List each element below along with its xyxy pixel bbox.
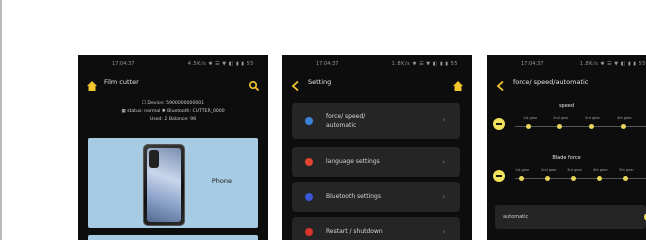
page-title: Film cutter xyxy=(104,78,139,86)
blade-step-dot[interactable] xyxy=(597,176,602,181)
menu-item-force-speed[interactable]: force/ speed/ automatic › xyxy=(292,103,460,139)
status-icons: 4.5K/s ✱ ☰ ▼ ◧ ▮ ▮ 55 xyxy=(187,61,254,67)
status-time: 17:04:37 xyxy=(112,61,135,67)
menu-label-line2: automatic xyxy=(326,122,357,129)
speed-label: 4th gear xyxy=(617,116,632,120)
back-arrow-icon[interactable] xyxy=(495,77,507,92)
back-arrow-icon[interactable] xyxy=(290,77,302,92)
status-time: 17:04:37 xyxy=(521,61,544,67)
blade-step-dot[interactable] xyxy=(519,176,524,181)
device-id-line: ☐ Device: 5900000000001 xyxy=(141,101,205,106)
speed-label: 1st gear xyxy=(523,116,538,120)
speed-slider[interactable]: 1st gear 2nd gear 3rd gear 4th gear xyxy=(493,113,646,135)
chevron-right-icon: › xyxy=(442,116,445,124)
blade-force-slider[interactable]: 1st gear 2nd gear 3rd gear 4th gear 5th … xyxy=(493,165,646,187)
blade-label: 3rd gear xyxy=(567,168,582,172)
phone-category-card[interactable]: Phone xyxy=(88,138,258,228)
status-line: ▦ status: normal ✱ Bluetooth: CUTTER_000… xyxy=(121,109,225,114)
gauge-icon xyxy=(305,117,313,125)
status-time: 17:04:37 xyxy=(316,61,339,67)
chevron-right-icon: › xyxy=(442,193,445,201)
chevron-right-icon: › xyxy=(442,228,445,236)
speed-label: 2nd gear xyxy=(553,116,569,120)
search-icon[interactable] xyxy=(248,77,260,92)
speed-step-dot[interactable] xyxy=(589,124,594,129)
screen-setting: 17:04:37 1.8K/s ✱ ☰ ▼ ◧ ▮ ▮ 55 Setting f… xyxy=(282,55,472,240)
phone-card-label: Phone xyxy=(211,177,232,185)
home-icon[interactable] xyxy=(86,77,98,91)
blade-label: 2nd gear xyxy=(541,168,557,172)
status-bar: 17:04:37 1.8K/s ✱ ☰ ▼ ◧ ▮ ▮ 55 xyxy=(487,61,646,69)
minus-knob-icon[interactable] xyxy=(493,118,505,130)
page-title: force/ speed/automatic xyxy=(513,78,589,86)
screen-film-cutter: 17:04:37 4.5K/s ✱ ☰ ▼ ◧ ▮ ▮ 55 Film cutt… xyxy=(78,55,268,240)
page-title: Setting xyxy=(308,78,332,86)
speed-label: 3rd gear xyxy=(585,116,600,120)
status-bar: 17:04:37 1.8K/s ✱ ☰ ▼ ◧ ▮ ▮ 55 xyxy=(282,61,472,69)
top-bar: Film cutter xyxy=(78,75,268,92)
menu-label-line1: force/ speed/ xyxy=(326,113,366,120)
bluetooth-icon xyxy=(305,193,313,201)
menu-item-language[interactable]: language settings › xyxy=(292,147,460,177)
globe-icon xyxy=(305,158,313,166)
home-icon[interactable] xyxy=(452,77,464,91)
speed-title: speed xyxy=(558,103,575,109)
menu-item-restart[interactable]: Restart / shutdown › xyxy=(292,217,460,240)
menu-label: Restart / shutdown xyxy=(326,228,383,235)
automatic-label: automatic xyxy=(503,214,529,220)
blade-label: 4th gear xyxy=(593,168,608,172)
status-icons: 1.8K/s ✱ ☰ ▼ ◧ ▮ ▮ 55 xyxy=(391,61,458,67)
minus-knob-icon[interactable] xyxy=(493,170,505,182)
automatic-row[interactable]: automatic xyxy=(495,205,646,229)
speed-step-dot[interactable] xyxy=(621,124,626,129)
status-icons: 1.8K/s ✱ ☰ ▼ ◧ ▮ ▮ 55 xyxy=(579,61,646,67)
blade-step-dot[interactable] xyxy=(623,176,628,181)
menu-label: Bluetooth settings xyxy=(326,193,381,200)
status-bar: 17:04:37 4.5K/s ✱ ☰ ▼ ◧ ▮ ▮ 55 xyxy=(78,61,268,69)
top-bar: Setting xyxy=(282,75,472,92)
blade-step-dot[interactable] xyxy=(545,176,550,181)
speed-step-dot[interactable] xyxy=(526,124,531,129)
blade-force-title: Blade force xyxy=(552,155,581,161)
next-category-card[interactable] xyxy=(88,235,258,240)
blade-label: 5th gear xyxy=(619,168,634,172)
phone-image xyxy=(143,144,185,226)
menu-label: language settings xyxy=(326,158,380,165)
speed-track xyxy=(515,126,646,127)
speed-step-dot[interactable] xyxy=(557,124,562,129)
chevron-right-icon: › xyxy=(442,158,445,166)
blade-label: 1st gear xyxy=(515,168,530,172)
usage-line: Used: 2 Balance: 98 xyxy=(149,117,197,122)
screen-force-speed: 17:04:37 1.8K/s ✱ ☰ ▼ ◧ ▮ ▮ 55 force/ sp… xyxy=(487,55,646,240)
power-icon xyxy=(305,228,313,236)
blade-step-dot[interactable] xyxy=(571,176,576,181)
menu-item-bluetooth[interactable]: Bluetooth settings › xyxy=(292,182,460,212)
top-bar: force/ speed/automatic xyxy=(487,75,646,92)
left-border xyxy=(0,0,2,240)
